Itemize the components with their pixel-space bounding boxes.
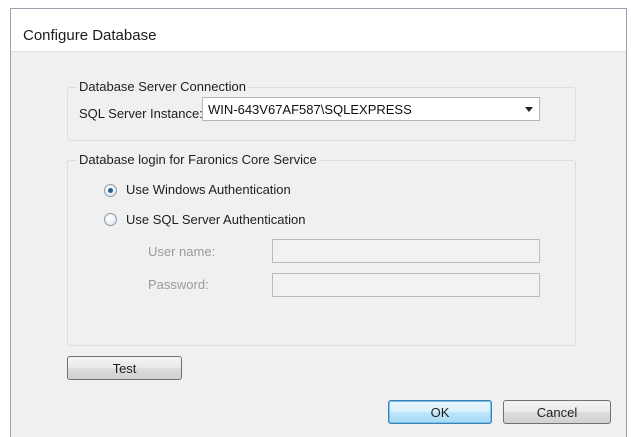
sql-instance-label: SQL Server Instance: xyxy=(79,106,203,121)
cancel-button[interactable]: Cancel xyxy=(503,400,611,424)
windows-auth-label[interactable]: Use Windows Authentication xyxy=(126,182,291,197)
ok-button[interactable]: OK xyxy=(388,400,492,424)
windows-auth-radio[interactable] xyxy=(104,184,117,197)
username-label: User name: xyxy=(148,244,216,259)
login-group-label: Database login for Faronics Core Service xyxy=(77,152,319,167)
password-label: Password: xyxy=(148,277,209,292)
sql-auth-label[interactable]: Use SQL Server Authentication xyxy=(126,212,305,227)
sql-instance-value: WIN-643V67AF587\SQLEXPRESS xyxy=(208,102,412,117)
test-button[interactable]: Test xyxy=(67,356,182,380)
chevron-down-icon[interactable] xyxy=(525,107,533,112)
server-connection-group-label: Database Server Connection xyxy=(77,79,248,94)
username-field[interactable] xyxy=(272,239,540,263)
password-field[interactable] xyxy=(272,273,540,297)
dialog-title: Configure Database xyxy=(23,27,157,44)
sql-instance-dropdown[interactable]: WIN-643V67AF587\SQLEXPRESS xyxy=(202,97,540,121)
sql-auth-radio[interactable] xyxy=(104,213,117,226)
title-bar[interactable]: Configure Database xyxy=(11,9,626,52)
